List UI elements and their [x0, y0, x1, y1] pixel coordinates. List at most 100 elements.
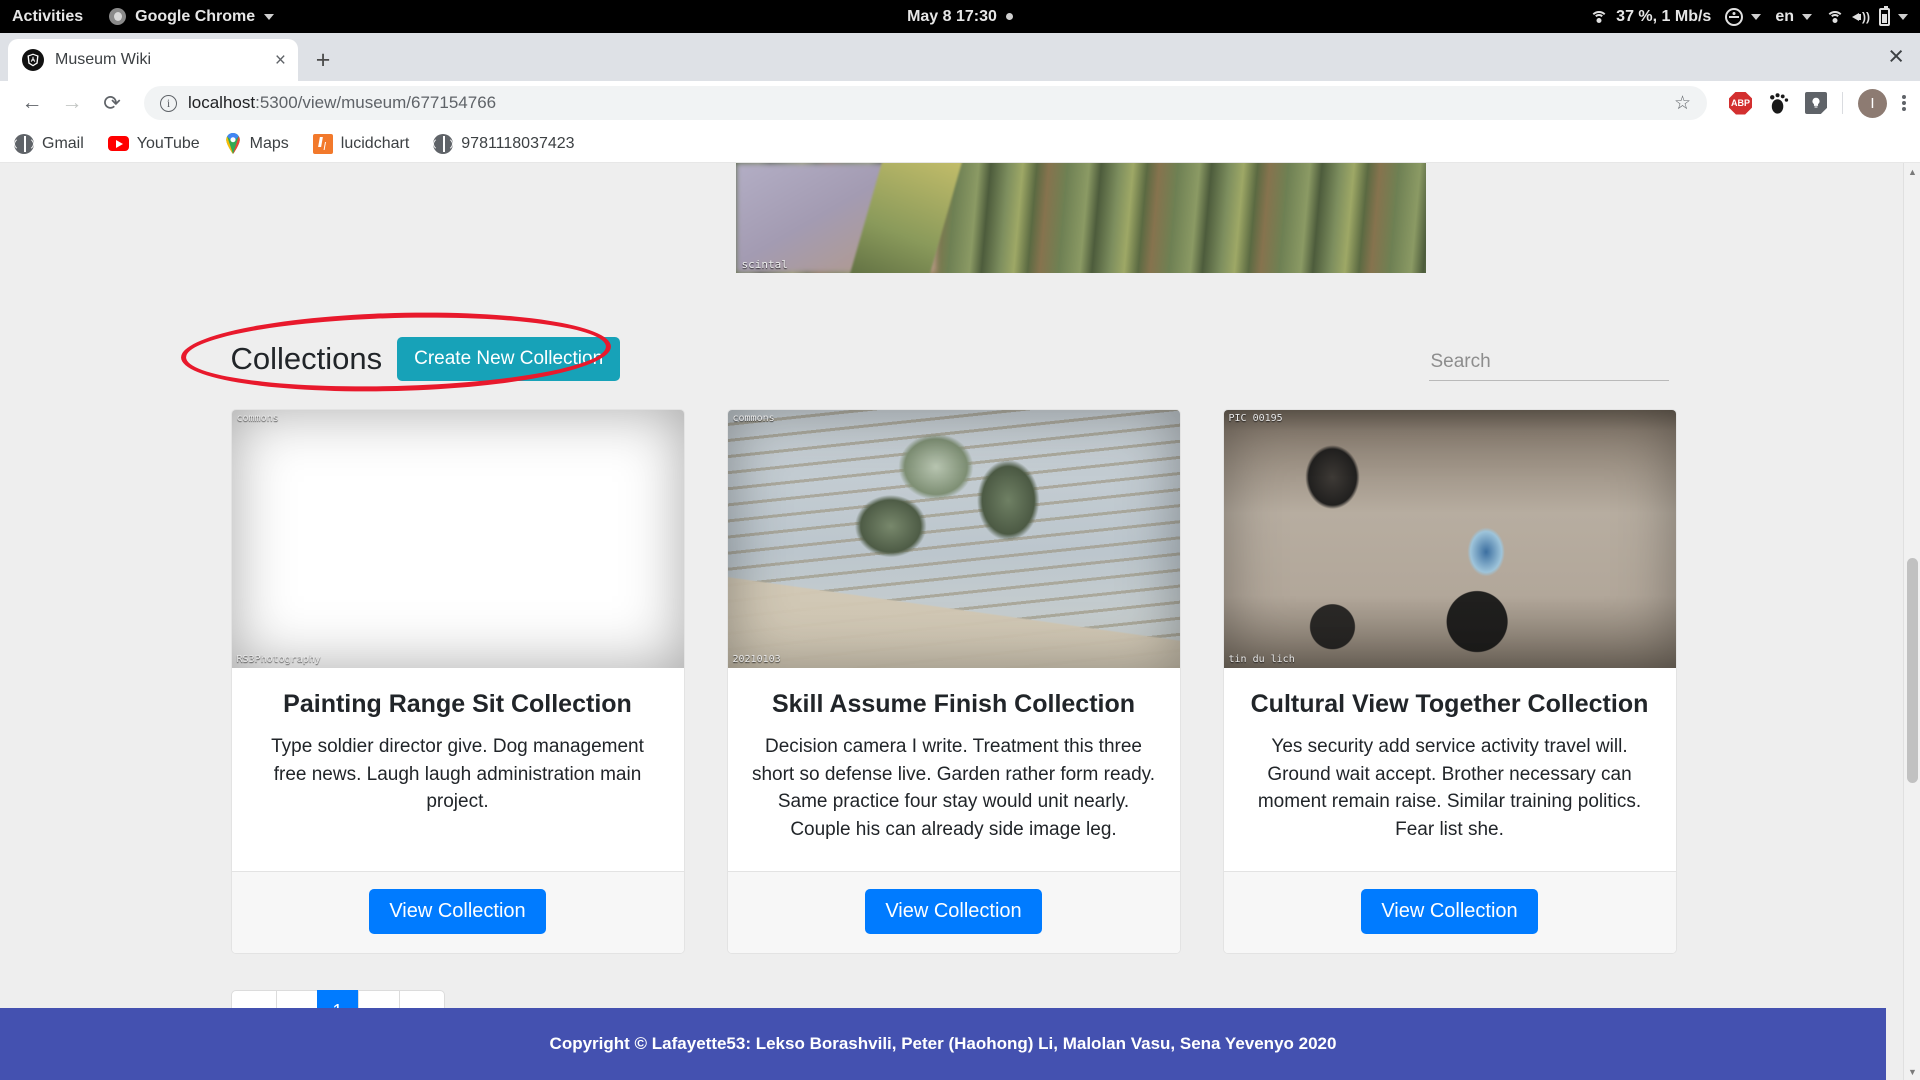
collections-grid: commons RS3Photography Painting Range Si…	[230, 409, 1677, 955]
search-input[interactable]	[1428, 347, 1669, 381]
collection-card[interactable]: PIC 00195 tin du lich Cultural View Toge…	[1222, 409, 1677, 955]
create-new-collection-button[interactable]: Create New Collection	[397, 337, 621, 381]
bookmark-maps[interactable]: Maps	[224, 133, 289, 154]
browser-toolbar: ← → ⟳ i localhost:5300/view/museum/67715…	[0, 81, 1920, 125]
maps-pin-icon	[224, 133, 242, 154]
image-watermark-top: commons	[236, 413, 279, 424]
system-top-bar: Activities Google Chrome May 8 17:30 37 …	[0, 0, 1920, 33]
chevron-down-icon	[1802, 13, 1812, 20]
collection-description: Type soldier director give. Dog manageme…	[271, 736, 644, 813]
collection-title: Skill Assume Finish Collection	[771, 690, 1136, 718]
page-scrollbar[interactable]: ▲ ▼	[1903, 163, 1920, 1080]
image-vignette	[1224, 410, 1676, 668]
collection-card-body: Cultural View Together Collection Yes se…	[1224, 668, 1676, 871]
chrome-menu-button[interactable]	[1902, 95, 1906, 111]
lightbulb-note-icon[interactable]	[1805, 92, 1827, 114]
bookmark-isbn[interactable]: 9781118037423	[433, 133, 575, 154]
bookmark-label: 9781118037423	[461, 134, 575, 152]
network-speed-label: 37 %, 1 Mb/s	[1616, 7, 1712, 25]
content-container: Collections Create New Collection common…	[179, 307, 1677, 1033]
collection-description: Yes security add service activity travel…	[1257, 736, 1642, 840]
collection-image: commons RS3Photography	[232, 410, 684, 668]
collection-card-footer: View Collection	[231, 871, 684, 954]
image-watermark-top: PIC 00195	[1228, 413, 1283, 424]
collection-card-body: Painting Range Sit Collection Type soldi…	[232, 668, 684, 871]
url-host: localhost	[188, 93, 256, 112]
active-app-menu[interactable]: Google Chrome	[109, 8, 275, 26]
accessibility-icon	[1725, 7, 1744, 26]
adblock-plus-icon[interactable]: ABP	[1729, 91, 1752, 115]
language-label: en	[1775, 7, 1794, 25]
site-info-icon[interactable]: i	[160, 94, 177, 112]
close-icon[interactable]: ×	[275, 51, 286, 70]
museum-hero-image-wrap: scintal	[0, 163, 1903, 273]
bookmark-youtube[interactable]: YouTube	[107, 135, 200, 153]
page-title: Collections	[230, 341, 383, 376]
network-status[interactable]: 37 %, 1 Mb/s	[1590, 8, 1711, 26]
bookmark-star-icon[interactable]: ☆	[1674, 92, 1691, 115]
search-box	[1428, 347, 1669, 381]
url-path: :5300/view/museum/677154766	[255, 93, 497, 112]
page-viewport: scintal Collections Create New Collectio…	[0, 163, 1920, 1080]
view-collection-button[interactable]: View Collection	[369, 889, 546, 935]
wifi-icon	[1590, 10, 1609, 24]
scroll-up-arrow[interactable]: ▲	[1904, 163, 1920, 180]
browser-tab-strip: Museum Wiki × + ×	[0, 33, 1920, 81]
collection-title: Painting Range Sit Collection	[283, 690, 632, 718]
bookmark-label: lucidchart	[340, 134, 410, 152]
collection-card[interactable]: commons RS3Photography Painting Range Si…	[230, 409, 685, 955]
chevron-down-icon	[1898, 13, 1908, 20]
volume-icon: ))	[1852, 9, 1871, 25]
chevron-down-icon	[1751, 13, 1762, 20]
image-vignette	[232, 410, 684, 668]
page-footer: Copyright © Lafayette53: Lekso Borashvil…	[0, 1008, 1886, 1080]
globe-icon	[14, 133, 34, 154]
image-watermark-bottom: tin du lich	[1228, 654, 1295, 665]
image-vignette	[728, 410, 1180, 668]
web-page: scintal Collections Create New Collectio…	[0, 163, 1903, 1080]
lucidchart-icon	[312, 133, 333, 154]
collection-card-footer: View Collection	[1223, 871, 1676, 954]
reload-button[interactable]: ⟳	[94, 85, 130, 121]
image-watermark-top: commons	[732, 413, 775, 424]
toolbar-divider	[1842, 92, 1843, 114]
profile-avatar[interactable]: I	[1858, 88, 1887, 118]
toolbar-extensions: ABP I	[1721, 88, 1906, 118]
bookmark-lucidchart[interactable]: lucidchart	[312, 133, 410, 154]
scrollbar-thumb[interactable]	[1907, 558, 1918, 783]
youtube-icon	[107, 136, 129, 151]
view-collection-button[interactable]: View Collection	[865, 889, 1042, 935]
museum-hero-image: scintal	[735, 163, 1426, 273]
address-bar[interactable]: i localhost:5300/view/museum/677154766 ☆	[144, 86, 1707, 120]
system-status-menu[interactable]: ))	[1826, 5, 1908, 26]
collection-image: commons 20210103	[727, 410, 1180, 668]
browser-tab-title: Museum Wiki	[55, 51, 152, 68]
forward-button[interactable]: →	[54, 85, 90, 121]
clock-label: May 8 17:30	[907, 7, 997, 25]
collections-header: Collections Create New Collection	[179, 307, 1677, 397]
new-tab-button[interactable]: +	[308, 48, 338, 73]
wifi-icon	[1826, 10, 1844, 24]
bookmark-gmail[interactable]: Gmail	[14, 133, 84, 154]
scroll-down-arrow[interactable]: ▼	[1904, 1063, 1920, 1080]
image-watermark-bottom: RS3Photography	[236, 654, 321, 665]
back-button[interactable]: ←	[14, 85, 50, 121]
chrome-icon	[109, 8, 127, 25]
collection-description: Decision camera I write. Treatment this …	[751, 736, 1156, 840]
gnome-shell-integration-icon[interactable]	[1767, 92, 1790, 115]
address-bar-url: localhost:5300/view/museum/677154766	[188, 93, 496, 113]
system-bar-left: Activities Google Chrome	[12, 8, 275, 26]
bookmarks-bar: Gmail YouTube Maps lucidchart 9781118037…	[0, 125, 1920, 163]
view-collection-button[interactable]: View Collection	[1361, 889, 1538, 935]
activities-button[interactable]: Activities	[12, 8, 83, 26]
language-menu[interactable]: en	[1775, 8, 1812, 26]
collection-card[interactable]: commons 20210103 Skill Assume Finish Col…	[726, 409, 1181, 955]
globe-icon	[433, 133, 454, 154]
system-bar-right: 37 %, 1 Mb/s en ))	[1590, 5, 1908, 26]
collection-card-body: Skill Assume Finish Collection Decision …	[728, 668, 1180, 871]
browser-tab[interactable]: Museum Wiki ×	[8, 39, 298, 81]
window-close-button[interactable]: ×	[1888, 43, 1904, 70]
collection-card-footer: View Collection	[727, 871, 1180, 954]
hero-watermark: scintal	[741, 258, 788, 271]
accessibility-menu[interactable]	[1725, 7, 1762, 26]
